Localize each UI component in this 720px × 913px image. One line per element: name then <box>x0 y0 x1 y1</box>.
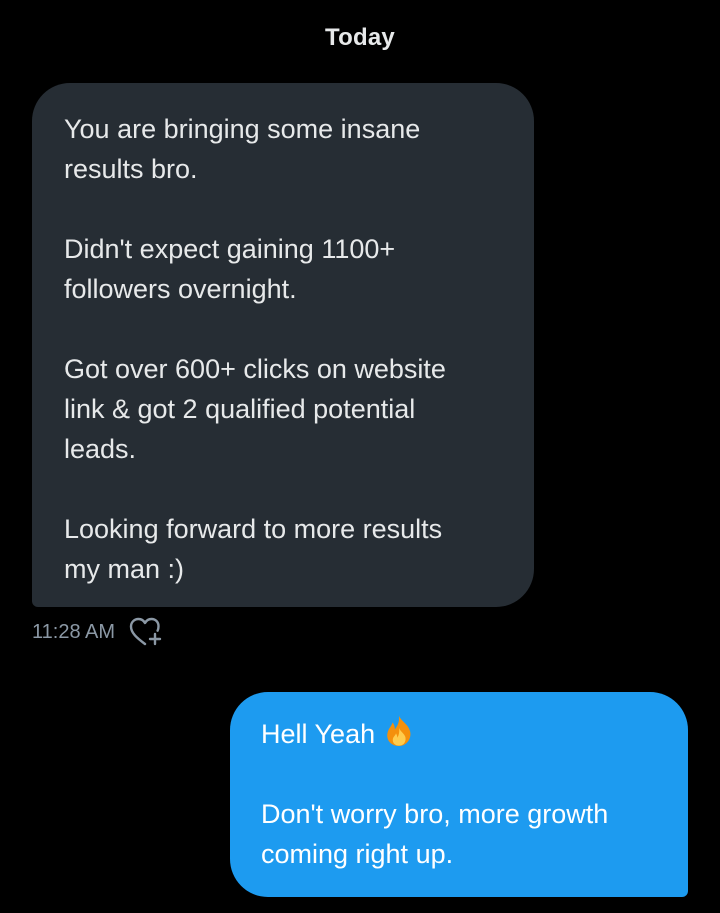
message-paragraph: Hell Yeah <box>261 714 668 754</box>
fire-emoji-icon <box>387 716 411 746</box>
add-reaction-button[interactable] <box>127 614 165 650</box>
received-message-meta: 11:28 AM <box>32 614 165 650</box>
message-timestamp: 11:28 AM <box>32 620 116 643</box>
message-paragraph: Got over 600+ clicks on website link & g… <box>64 354 446 464</box>
message-paragraph: You are bringing some insane results bro… <box>64 114 421 184</box>
message-paragraph: Didn't expect gaining 1100+ followers ov… <box>64 234 396 304</box>
message-paragraph: Don't worry bro, more growth coming righ… <box>261 799 609 869</box>
sent-greeting-text: Hell Yeah <box>261 719 376 749</box>
heart-plus-icon <box>129 617 162 646</box>
sent-message-bubble[interactable]: Hell Yeah Don't worry bro, more growth c… <box>230 692 688 897</box>
date-separator: Today <box>325 24 395 51</box>
received-message-bubble[interactable]: You are bringing some insane results bro… <box>32 83 534 607</box>
message-paragraph: Looking forward to more results my man :… <box>64 514 443 584</box>
